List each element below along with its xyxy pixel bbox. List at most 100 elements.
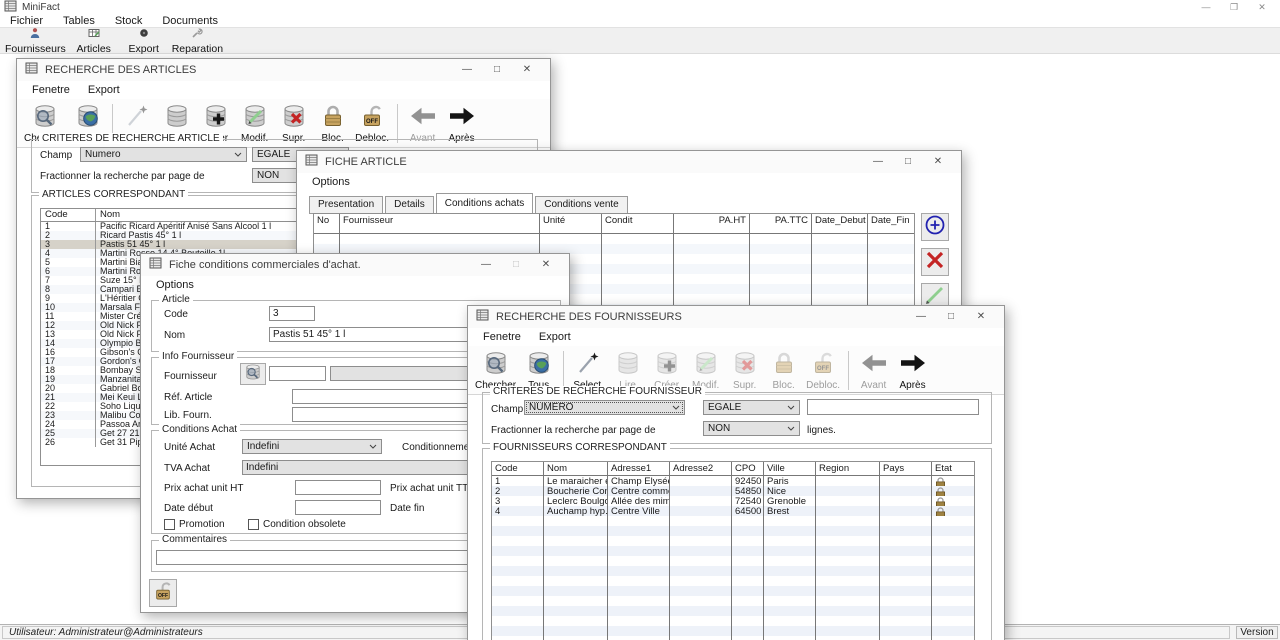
column-header-pa-ttc[interactable]: PA.TTC bbox=[750, 214, 812, 233]
operator-select[interactable]: EGALE bbox=[703, 400, 800, 415]
empty-row bbox=[492, 526, 974, 536]
close-icon[interactable]: ✕ bbox=[1248, 1, 1276, 14]
person-icon bbox=[29, 27, 41, 42]
delete-row-button[interactable] bbox=[921, 248, 949, 276]
menu-item-options[interactable]: Options bbox=[147, 279, 203, 291]
column-header-date-debut[interactable]: Date_Debut bbox=[812, 214, 868, 233]
column-header-etat[interactable]: Etat bbox=[932, 462, 972, 475]
column-header-ville[interactable]: Ville bbox=[764, 462, 816, 475]
unite-achat-label: Unité Achat bbox=[164, 442, 215, 453]
lock-icon bbox=[771, 350, 797, 379]
window-icon bbox=[476, 308, 489, 326]
tab-presentation[interactable]: Presentation bbox=[309, 196, 383, 214]
fiche-article-menubar: Options bbox=[297, 173, 961, 191]
svg-text:OFF: OFF bbox=[817, 366, 829, 372]
close-icon[interactable]: ✕ bbox=[966, 307, 996, 327]
empty-row bbox=[492, 606, 974, 616]
fournisseur-search-button[interactable] bbox=[240, 363, 266, 385]
group-label: Article bbox=[159, 294, 193, 305]
maximize-icon[interactable]: □ bbox=[482, 60, 512, 80]
empty-row bbox=[492, 636, 974, 640]
condition-obsolete-checkbox[interactable]: Condition obsolete bbox=[248, 519, 346, 530]
minimize-icon[interactable]: — bbox=[452, 60, 482, 80]
column-header-unit[interactable]: Unité bbox=[540, 214, 602, 233]
column-header-code[interactable]: Code bbox=[41, 209, 96, 221]
maximize-icon[interactable]: □ bbox=[893, 152, 923, 172]
column-header-pa-ht[interactable]: PA.HT bbox=[674, 214, 750, 233]
column-header-region[interactable]: Region bbox=[816, 462, 880, 475]
db-pencil-icon bbox=[693, 350, 719, 379]
group-fournisseurs-correspondant: FOURNISSEURS CORRESPONDANT CodeNomAdress… bbox=[482, 448, 992, 640]
lock-off-icon: OFF bbox=[359, 103, 385, 132]
minimize-icon[interactable]: — bbox=[906, 307, 936, 327]
chevron-down-icon bbox=[787, 423, 795, 434]
column-header-condit[interactable]: Condit bbox=[602, 214, 674, 233]
toolbar-button-export[interactable]: Export bbox=[119, 26, 169, 56]
toolbar-button-apr-s[interactable]: Après bbox=[893, 349, 932, 392]
minimize-icon[interactable]: — bbox=[863, 152, 893, 172]
champ-select[interactable]: Numero bbox=[80, 147, 247, 162]
date-debut-field[interactable] bbox=[295, 500, 381, 515]
toolbar-button-reparation[interactable]: Reparation bbox=[169, 26, 226, 56]
menu-item-fenetre[interactable]: Fenetre bbox=[23, 84, 79, 96]
minimize-icon[interactable]: — bbox=[1192, 1, 1220, 14]
fournisseur-row-3[interactable]: 3Leclerc BoulgourAllée des mim...72540Gr… bbox=[492, 496, 974, 506]
column-header-adresse2[interactable]: Adresse2 bbox=[670, 462, 732, 475]
promotion-checkbox[interactable]: Promotion bbox=[164, 519, 225, 530]
unite-achat-select[interactable]: Indefini bbox=[242, 439, 382, 454]
minimize-icon[interactable]: — bbox=[471, 255, 501, 275]
db-search-icon bbox=[32, 103, 58, 132]
db-plus-icon bbox=[203, 103, 229, 132]
maximize-icon[interactable]: □ bbox=[936, 307, 966, 327]
etat-lock-icon bbox=[932, 496, 972, 506]
close-icon[interactable]: ✕ bbox=[512, 60, 542, 80]
tab-conditions-achats[interactable]: Conditions achats bbox=[436, 193, 534, 214]
status-version: Version bbox=[1236, 626, 1278, 639]
group-label: ARTICLES CORRESPONDANT bbox=[39, 189, 188, 200]
fournisseur-row-2[interactable]: 2Boucherie Con...Centre comme...54850Nic… bbox=[492, 486, 974, 496]
search-value-input[interactable] bbox=[807, 399, 979, 415]
toolbar-button-fournisseurs[interactable]: Fournisseurs bbox=[2, 26, 69, 56]
toolbar-button-debloc: OFFDebloc. bbox=[803, 349, 843, 392]
prix-ht-field[interactable] bbox=[295, 480, 381, 495]
fiche-conditions-menubar: Options bbox=[141, 276, 569, 294]
code-label: Code bbox=[164, 309, 188, 320]
menu-item-export[interactable]: Export bbox=[530, 331, 580, 343]
champ-label: Champ bbox=[40, 150, 72, 161]
close-icon[interactable]: ✕ bbox=[531, 255, 561, 275]
main-window-title: MiniFact bbox=[22, 2, 60, 13]
menu-item-options[interactable]: Options bbox=[303, 176, 359, 188]
db-x-icon bbox=[732, 350, 758, 379]
column-header-fournisseur[interactable]: Fournisseur bbox=[340, 214, 540, 233]
arrow-left-icon bbox=[409, 103, 437, 132]
circle-plus-icon bbox=[923, 213, 947, 242]
fournisseur-row-1[interactable]: 1Le maraicher e...Champ Elysée92450Paris bbox=[492, 476, 974, 486]
fournisseur-code-field[interactable] bbox=[269, 366, 326, 381]
tab-conditions-vente[interactable]: Conditions vente bbox=[535, 196, 628, 214]
column-header-pays[interactable]: Pays bbox=[880, 462, 932, 475]
group-label: CRITERES DE RECHERCHE ARTICLE bbox=[39, 133, 223, 144]
toolbar-button-articles[interactable]: Articles bbox=[69, 26, 119, 56]
column-header-nom[interactable]: Nom bbox=[544, 462, 608, 475]
column-header-no[interactable]: No bbox=[314, 214, 340, 233]
code-field[interactable]: 3 bbox=[269, 306, 315, 321]
column-header-adresse1[interactable]: Adresse1 bbox=[608, 462, 670, 475]
column-header-code[interactable]: Code bbox=[492, 462, 544, 475]
column-header-cpo[interactable]: CPO bbox=[732, 462, 764, 475]
menu-item-fenetre[interactable]: Fenetre bbox=[474, 331, 530, 343]
restore-icon[interactable]: ❐ bbox=[1220, 1, 1248, 14]
tab-details[interactable]: Details bbox=[385, 196, 434, 214]
fournisseur-row-4[interactable]: 4Auchamp hyp...Centre Ville64500Brest bbox=[492, 506, 974, 516]
champ-select[interactable]: NUMERO bbox=[524, 400, 685, 415]
db-icon bbox=[164, 103, 190, 132]
empty-row bbox=[314, 234, 914, 244]
close-icon[interactable]: ✕ bbox=[923, 152, 953, 172]
menu-item-export[interactable]: Export bbox=[79, 84, 129, 96]
toolbar-separator bbox=[397, 104, 398, 143]
add-row-button[interactable] bbox=[921, 213, 949, 241]
nom-label: Nom bbox=[164, 330, 185, 341]
app-icon bbox=[4, 0, 17, 15]
unlock-button[interactable]: OFF bbox=[149, 579, 177, 607]
fraction-select[interactable]: NON bbox=[703, 421, 800, 436]
column-header-date-fin[interactable]: Date_Fin bbox=[868, 214, 914, 233]
